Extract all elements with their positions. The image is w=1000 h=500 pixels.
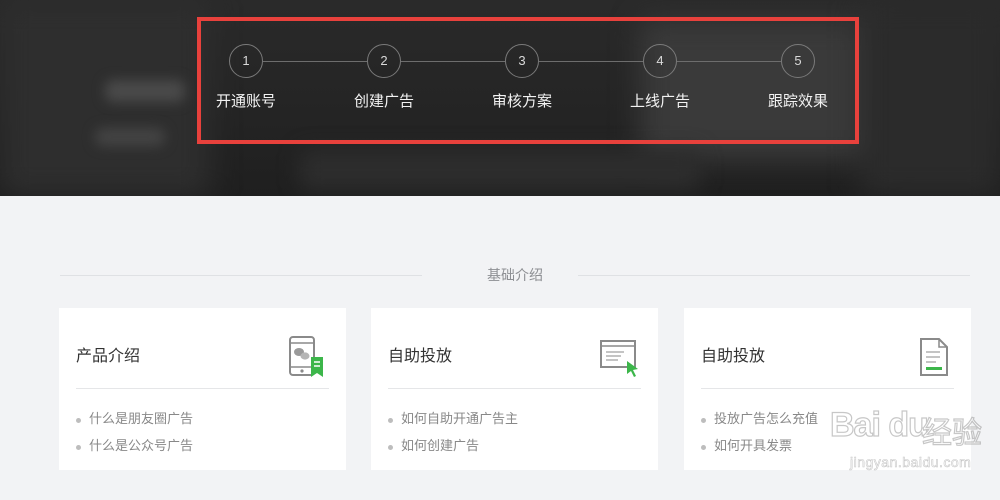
watermark-logo: Bai du [829,405,929,444]
card-header: 自助投放 [701,308,954,389]
link-invoice[interactable]: 如何开具发票 [701,433,818,460]
link-create-ad[interactable]: 如何创建广告 [388,433,518,460]
hero-banner: 1 开通账号 2 创建广告 3 审核方案 4 上线广告 5 跟踪效果 [0,0,1000,196]
hero-background [860,0,1000,196]
link-what-is-official-account-ad[interactable]: 什么是公众号广告 [76,433,193,460]
card-link-list: 如何自助开通广告主 如何创建广告 [388,406,518,460]
card-header: 自助投放 [388,308,641,389]
hero-background [300,150,700,190]
card-link-list: 投放广告怎么充值 如何开具发票 [701,406,818,460]
card-title: 产品介绍 [76,346,141,365]
document-icon [920,338,948,376]
hero-background [105,80,185,102]
hero-background [95,128,165,146]
section-title: 基础介绍 [487,268,543,284]
browser-cursor-icon [600,340,638,377]
highlight-box [197,17,859,144]
baidu-jingyan-watermark: Bai du 经验 jingyan.baidu.com [829,388,1000,478]
card-product-intro: 产品介绍 什么是朋友圈广告 什么是公众号广告 [59,308,346,470]
card-title: 自助投放 [701,346,766,365]
watermark-label: 经验 [921,415,982,451]
link-what-is-moments-ad[interactable]: 什么是朋友圈广告 [76,406,193,433]
watermark-url: jingyan.baidu.com [850,454,972,471]
card-title: 自助投放 [388,346,453,365]
phone-wechat-icon [289,336,323,377]
section-header: 基础介绍 [60,264,970,288]
link-recharge[interactable]: 投放广告怎么充值 [701,406,818,433]
link-open-advertiser[interactable]: 如何自助开通广告主 [388,406,518,433]
card-link-list: 什么是朋友圈广告 什么是公众号广告 [76,406,193,460]
card-self-serve-1: 自助投放 如何自助开通广告主 如何创建广告 [371,308,658,470]
card-header: 产品介绍 [76,308,329,389]
